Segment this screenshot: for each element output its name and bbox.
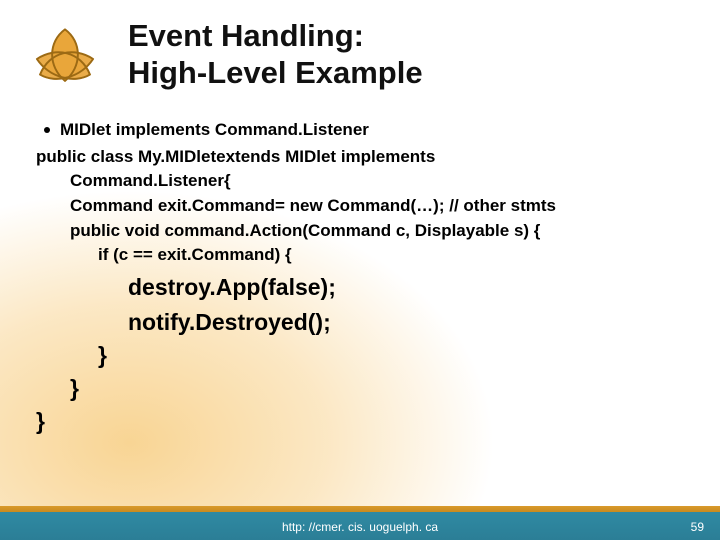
page-number: 59: [691, 520, 704, 534]
brace-outer: }: [36, 406, 680, 437]
title-line-1: Event Handling:: [128, 18, 364, 53]
code-big-2: notify.Destroyed();: [36, 307, 680, 338]
code-line-2: Command.Listener{: [36, 169, 680, 194]
code-line-3: Command exit.Command= new Command(…); //…: [36, 194, 680, 219]
code-big-1: destroy.App(false);: [36, 272, 680, 303]
slide-body: MIDlet implements Command.Listener publi…: [36, 118, 680, 437]
code-line-4: public void command.Action(Command c, Di…: [36, 219, 680, 244]
slide-title: Event Handling: High-Level Example: [128, 18, 680, 91]
code-line-5: if (c == exit.Command) {: [36, 243, 680, 268]
trinity-knot-logo: [26, 20, 104, 98]
closing-braces: } } }: [36, 340, 680, 437]
brace-mid: }: [36, 373, 680, 404]
code-line-1: public class My.MIDletextends MIDlet imp…: [36, 145, 680, 170]
slide: Event Handling: High-Level Example MIDle…: [0, 0, 720, 540]
bullet-text: MIDlet implements Command.Listener: [60, 118, 369, 143]
title-line-2: High-Level Example: [128, 55, 423, 90]
bullet-line: MIDlet implements Command.Listener: [36, 118, 680, 143]
footer-url: http: //cmer. cis. uoguelph. ca: [0, 520, 720, 534]
bullet-dot-icon: [44, 127, 50, 133]
brace-inner: }: [36, 340, 680, 371]
